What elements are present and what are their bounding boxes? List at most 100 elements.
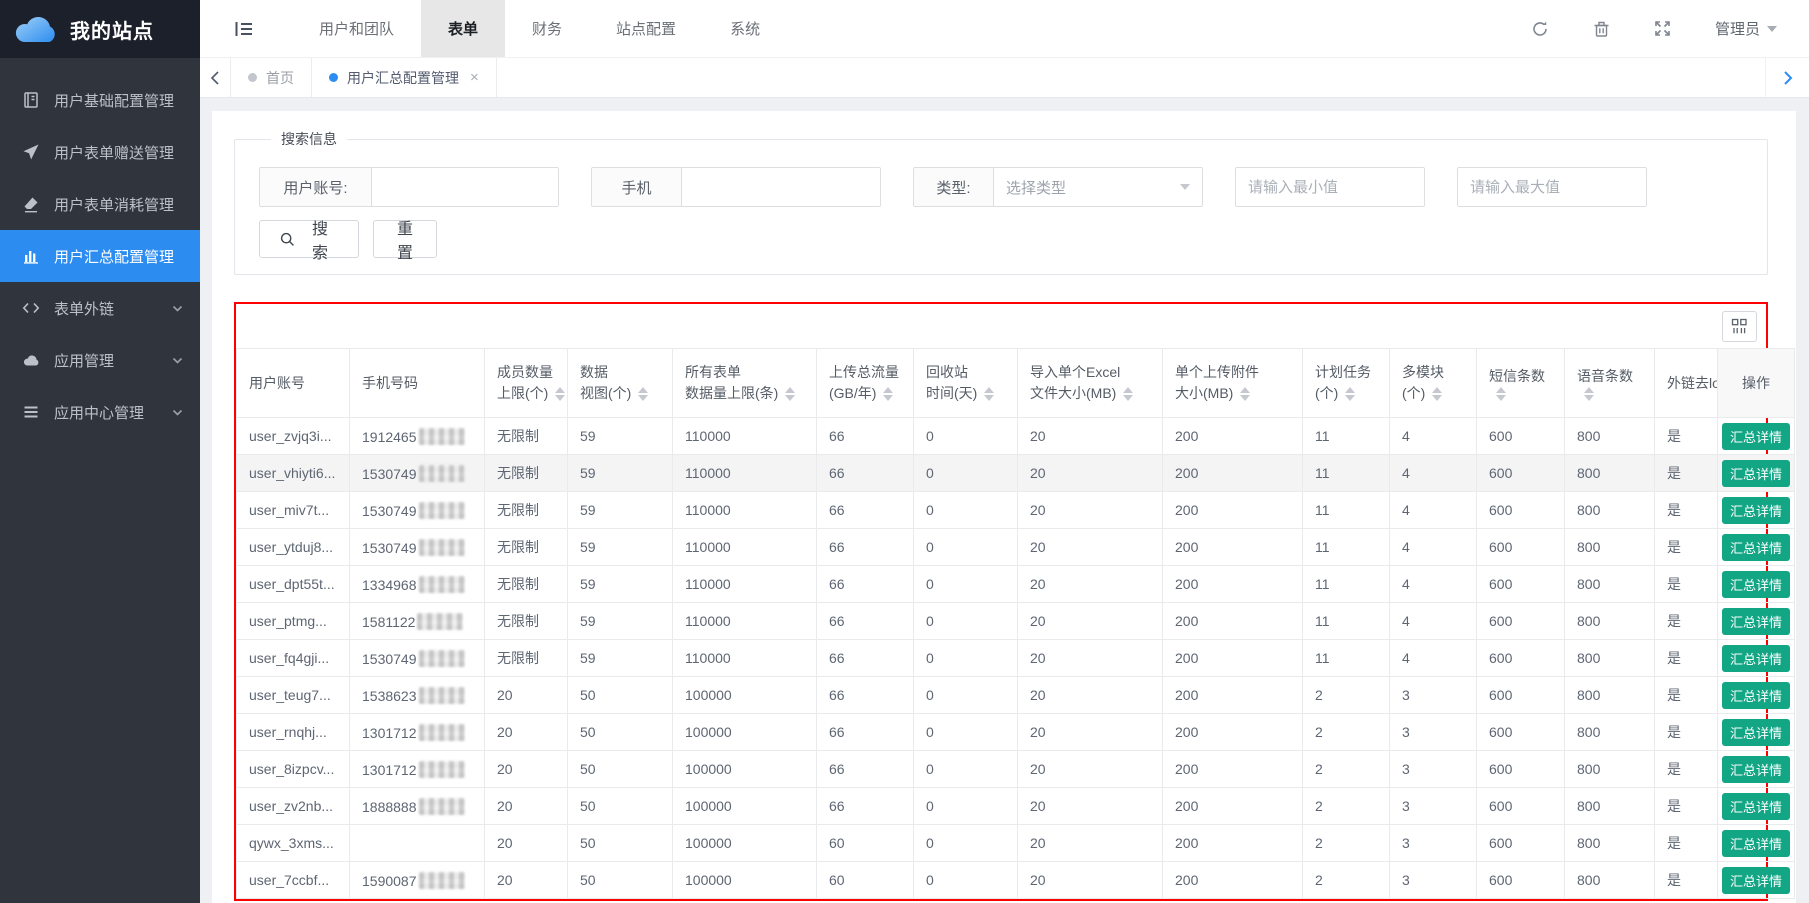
value-cell: 4 — [1390, 529, 1477, 566]
value-cell: 800 — [1565, 566, 1655, 603]
value-cell: 是 — [1655, 788, 1718, 825]
close-icon[interactable]: × — [470, 70, 479, 85]
phone-input[interactable] — [682, 168, 880, 206]
column-subtitle: 大小(MB) — [1175, 383, 1302, 404]
summary-detail-button[interactable]: 汇总详情 — [1722, 830, 1790, 857]
menu-fold-icon[interactable] — [234, 20, 254, 38]
tabs-scroll-right-button[interactable] — [1765, 58, 1809, 97]
summary-detail-button[interactable]: 汇总详情 — [1722, 719, 1790, 746]
refresh-icon[interactable] — [1531, 20, 1549, 38]
column-header-13[interactable]: 语音条数 — [1565, 349, 1655, 418]
sort-icon[interactable] — [1123, 387, 1133, 401]
column-header-5[interactable]: 所有表单数据量上限(条) — [673, 349, 817, 418]
column-header-4[interactable]: 数据视图(个) — [568, 349, 673, 418]
column-title: 回收站 — [926, 362, 1017, 383]
sort-icon[interactable] — [1240, 387, 1250, 401]
min-value-input[interactable] — [1235, 167, 1425, 207]
sidebar: 我的站点 用户基础配置管理用户表单赠送管理用户表单消耗管理用户汇总配置管理表单外… — [0, 0, 200, 903]
site-logo[interactable]: 我的站点 — [0, 0, 200, 58]
value-cell: 59 — [568, 492, 673, 529]
summary-detail-button[interactable]: 汇总详情 — [1722, 460, 1790, 487]
trash-icon[interactable] — [1593, 20, 1610, 38]
nav-tab-3[interactable]: 财务 — [505, 0, 589, 57]
summary-detail-button[interactable]: 汇总详情 — [1722, 534, 1790, 561]
sidebar-item-6[interactable]: 应用管理 — [0, 334, 200, 386]
value-cell: 无限制 — [485, 418, 568, 455]
value-cell: 无限制 — [485, 455, 568, 492]
sort-icon[interactable] — [1496, 387, 1506, 401]
value-cell: 0 — [914, 788, 1018, 825]
sort-icon[interactable] — [1345, 387, 1355, 401]
column-header-11[interactable]: 多模块(个) — [1390, 349, 1477, 418]
fullscreen-icon[interactable] — [1654, 20, 1671, 37]
value-cell: 3 — [1390, 751, 1477, 788]
sidebar-item-2[interactable]: 用户表单赠送管理 — [0, 126, 200, 178]
tabs-scroll-left-button[interactable] — [200, 58, 230, 97]
summary-detail-button[interactable]: 汇总详情 — [1722, 497, 1790, 524]
column-header-10[interactable]: 计划任务(个) — [1303, 349, 1390, 418]
summary-detail-button[interactable]: 汇总详情 — [1722, 793, 1790, 820]
sort-icon[interactable] — [984, 387, 994, 401]
value-cell: 20 — [485, 862, 568, 899]
value-cell: 11 — [1303, 529, 1390, 566]
sidebar-item-7[interactable]: 应用中心管理 — [0, 386, 200, 438]
sidebar-item-1[interactable]: 用户基础配置管理 — [0, 74, 200, 126]
operation-cell: 汇总详情 — [1718, 603, 1795, 640]
nav-tab-4[interactable]: 站点配置 — [589, 0, 703, 57]
summary-detail-button[interactable]: 汇总详情 — [1722, 756, 1790, 783]
nav-tab-2[interactable]: 表单 — [421, 0, 505, 57]
value-cell: 66 — [817, 492, 914, 529]
value-cell: 60 — [817, 862, 914, 899]
chevron-down-icon — [1767, 26, 1777, 32]
sort-icon[interactable] — [785, 387, 795, 401]
summary-detail-button[interactable]: 汇总详情 — [1722, 867, 1790, 894]
admin-menu[interactable]: 管理员 — [1715, 18, 1777, 39]
column-header-12[interactable]: 短信条数 — [1477, 349, 1565, 418]
value-cell: 100000 — [673, 825, 817, 862]
value-cell: 200 — [1163, 492, 1303, 529]
sort-icon[interactable] — [555, 387, 565, 401]
column-subtitle: 文件大小(MB) — [1030, 383, 1162, 404]
value-cell: 无限制 — [485, 603, 568, 640]
column-header-9[interactable]: 单个上传附件大小(MB) — [1163, 349, 1303, 418]
column-header-7[interactable]: 回收站时间(天) — [914, 349, 1018, 418]
sidebar-item-3[interactable]: 用户表单消耗管理 — [0, 178, 200, 230]
summary-detail-button[interactable]: 汇总详情 — [1722, 645, 1790, 672]
page-tab-1[interactable]: 首页 — [230, 58, 312, 97]
reset-button[interactable]: 重置 — [373, 220, 437, 258]
sidebar-item-5[interactable]: 表单外链 — [0, 282, 200, 334]
redacted-phone-blur — [419, 428, 465, 445]
nav-tab-5[interactable]: 系统 — [703, 0, 787, 57]
summary-detail-button[interactable]: 汇总详情 — [1722, 608, 1790, 635]
sort-icon[interactable] — [1584, 387, 1594, 401]
summary-detail-button[interactable]: 汇总详情 — [1722, 682, 1790, 709]
search-button[interactable]: 搜 索 — [259, 220, 359, 258]
type-select[interactable]: 选择类型 — [994, 168, 1202, 206]
nav-tab-1[interactable]: 用户和团队 — [292, 0, 421, 57]
phone-cell: 1538623 — [350, 677, 485, 714]
content-area: 搜索信息 用户账号: 手机 类型: 选择类型 — [200, 98, 1809, 903]
value-cell: 200 — [1163, 788, 1303, 825]
sort-icon[interactable] — [883, 387, 893, 401]
column-header-8[interactable]: 导入单个Excel文件大小(MB) — [1018, 349, 1163, 418]
sort-icon[interactable] — [1432, 387, 1442, 401]
page-panel: 搜索信息 用户账号: 手机 类型: 选择类型 — [212, 111, 1796, 903]
phone-cell: 1301712 — [350, 714, 485, 751]
phone-cell: 1530749 — [350, 492, 485, 529]
account-input[interactable] — [372, 168, 558, 206]
account-cell: user_teug7... — [237, 677, 350, 714]
page-tab-2[interactable]: 用户汇总配置管理× — [312, 58, 497, 97]
column-settings-button[interactable] — [1722, 311, 1757, 342]
max-value-input[interactable] — [1457, 167, 1647, 207]
table-row: user_rnqhj...130171220501000006602020023… — [237, 714, 1795, 751]
operation-cell: 汇总详情 — [1718, 751, 1795, 788]
summary-detail-button[interactable]: 汇总详情 — [1722, 423, 1790, 450]
sidebar-item-4[interactable]: 用户汇总配置管理 — [0, 230, 200, 282]
value-cell: 20 — [1018, 566, 1163, 603]
column-header-3[interactable]: 成员数量上限(个) — [485, 349, 568, 418]
column-subtitle: 数据量上限(条) — [685, 383, 816, 404]
redacted-phone-blur — [419, 724, 465, 741]
summary-detail-button[interactable]: 汇总详情 — [1722, 571, 1790, 598]
column-header-6[interactable]: 上传总流量(GB/年) — [817, 349, 914, 418]
sort-icon[interactable] — [638, 387, 648, 401]
